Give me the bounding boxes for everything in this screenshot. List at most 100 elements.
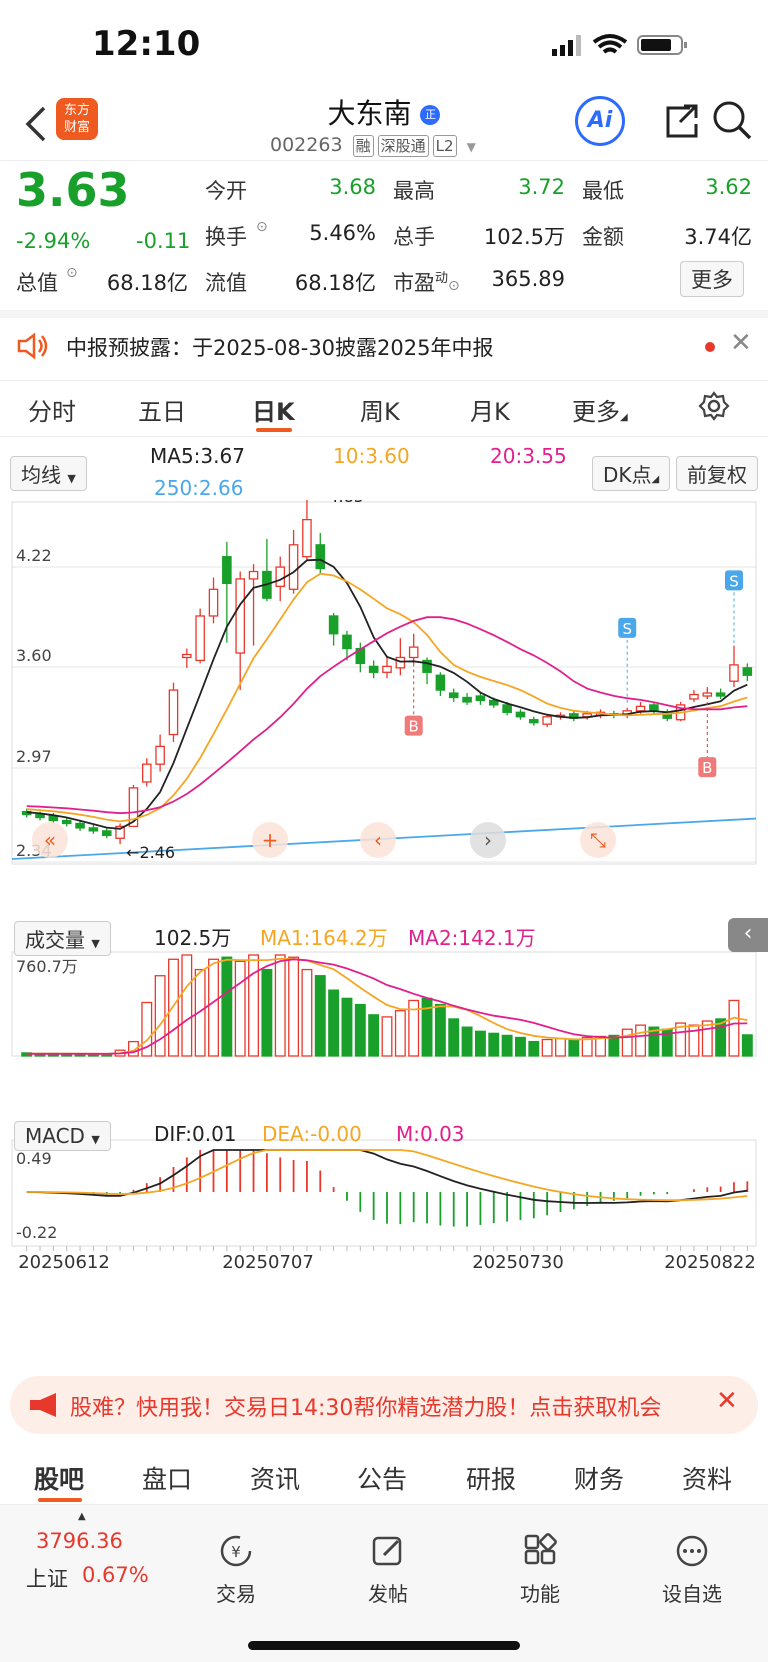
macd-tick-label: 0.49: [16, 1149, 52, 1168]
buy-signal-badge-label: B: [409, 718, 419, 736]
date-tick-label: 20250707: [222, 1252, 314, 1273]
volume-select[interactable]: 成交量 ▼: [14, 921, 111, 956]
promo-banner[interactable]: 股难？快用我！交易日14:30帮你精选潜力股！点击获取机会 ✕: [10, 1376, 758, 1434]
candle-body: [529, 719, 539, 724]
volume-bar: [328, 989, 340, 1057]
ma10-line: [26, 572, 748, 823]
date-tick-label: 20250730: [472, 1252, 564, 1273]
add-watchlist-button[interactable]: 设自选: [642, 1533, 742, 1607]
date-tick-label: 20250612: [18, 1252, 110, 1273]
candle-body: [235, 578, 245, 654]
float-value-label: 流值: [205, 271, 247, 295]
close-icon[interactable]: ✕: [730, 328, 752, 358]
info-tabs: 股吧 盘口 资讯 公告 研报 财务 资料: [0, 1446, 768, 1505]
pe-label: 市盈动⊙: [393, 271, 460, 295]
tab-orderbook[interactable]: 盘口: [142, 1460, 192, 1496]
candle-body: [195, 615, 205, 662]
stock-subtitle: 002263 融深股通 L2 ▼: [270, 134, 476, 157]
price-tick-label: 3.60: [16, 646, 52, 665]
chevron-down-icon[interactable]: ▼: [467, 140, 476, 154]
candle-body: [248, 570, 259, 580]
candle-body: [715, 692, 726, 697]
tab-daily-k[interactable]: 日K: [252, 392, 295, 427]
volume-bar: [621, 1028, 633, 1057]
stock-title: 大东南 正: [0, 92, 768, 132]
grid-icon: [524, 1533, 557, 1565]
tab-weekly-k[interactable]: 周K: [360, 392, 400, 427]
tab-intraday[interactable]: 分时: [28, 392, 76, 427]
info-icon[interactable]: ⊙: [66, 265, 78, 281]
kline-chart[interactable]: 4.854.223.602.972.34←4.85←2.46SSBB«+‹›⤡7…: [0, 500, 768, 1340]
index-change: 0.67%: [82, 1563, 149, 1587]
trade-icon: ¥: [220, 1535, 252, 1567]
status-time: 12:10: [92, 24, 201, 64]
tab-research[interactable]: 研报: [466, 1460, 516, 1496]
volume-bar: [541, 1038, 553, 1057]
candle-body: [222, 556, 232, 585]
vol-ma1: MA1:164.2万: [260, 926, 388, 950]
more-button[interactable]: 更多: [680, 261, 744, 297]
tab-forum[interactable]: 股吧: [34, 1460, 84, 1496]
candle-body: [729, 664, 739, 682]
ma250-value: 250:2.66: [154, 476, 244, 500]
volume-bar: [501, 1034, 513, 1057]
volume-bar: [448, 1018, 460, 1057]
status-bar: 12:10: [0, 0, 768, 90]
next-icon: ›: [484, 828, 492, 852]
zoom-in-icon: +: [262, 828, 279, 852]
index-value[interactable]: 3796.36: [36, 1529, 123, 1553]
adjust-button[interactable]: 前复权: [676, 456, 758, 491]
candle-body: [515, 711, 526, 718]
tab-news[interactable]: 资讯: [250, 1460, 300, 1496]
tab-announcements[interactable]: 公告: [357, 1460, 407, 1496]
tab-more[interactable]: 更多◢: [572, 392, 628, 427]
volume-bar: [248, 954, 259, 1057]
ma10-value: 10:3.60: [333, 444, 410, 468]
notice-bar[interactable]: 中报预披露：于2025-08-30披露2025年中报 ✕: [0, 310, 768, 381]
price-tick-label: 4.22: [16, 546, 52, 565]
volume-bar: [568, 1038, 580, 1057]
low-value: 3.62: [705, 175, 752, 199]
change-amount: -0.11: [136, 229, 191, 253]
pe-value: 365.89: [491, 267, 565, 291]
macd-select[interactable]: MACD ▼: [14, 1121, 111, 1151]
candle-body: [742, 667, 753, 676]
low-label: 最低: [582, 179, 624, 203]
tag-margin: 融: [352, 135, 374, 157]
volume-bar: [741, 1034, 753, 1057]
post-button[interactable]: 发帖: [338, 1533, 438, 1607]
volume-label: 总手: [393, 225, 435, 249]
trade-button[interactable]: ¥ 交易: [186, 1533, 286, 1607]
stock-code: 002263: [270, 134, 343, 156]
candle-body: [649, 704, 659, 712]
unread-dot: [705, 342, 715, 352]
total-value-label: 总值: [16, 271, 58, 295]
ma-select[interactable]: 均线 ▼: [10, 456, 87, 491]
volume-bar: [701, 1020, 713, 1057]
tab-profile[interactable]: 资料: [682, 1460, 732, 1496]
dk-point-button[interactable]: DK点◢: [592, 456, 671, 491]
float-value: 68.18亿: [294, 271, 376, 295]
tab-five-day[interactable]: 五日: [138, 392, 186, 427]
volume-bar: [301, 968, 313, 1057]
settings-gear-icon[interactable]: [698, 390, 730, 422]
tab-finance[interactable]: 财务: [574, 1460, 624, 1496]
macd-tick-label: -0.22: [16, 1223, 57, 1242]
total-value: 68.18亿: [106, 271, 188, 295]
volume-bar: [221, 956, 233, 1057]
last-price: 3.63: [16, 163, 130, 217]
collapse-panel-icon[interactable]: ‹: [728, 918, 768, 952]
prev-icon: ‹: [374, 828, 382, 852]
macd-panel-frame: [11, 1139, 757, 1247]
info-icon[interactable]: ⊙: [256, 219, 268, 235]
candle-body: [168, 689, 179, 736]
volume-tick-label: 760.7万: [16, 957, 78, 976]
macd-dif: DIF:0.01: [154, 1122, 237, 1146]
high-value: 3.72: [518, 175, 565, 199]
functions-button[interactable]: 功能: [490, 1533, 590, 1607]
close-icon[interactable]: ✕: [716, 1386, 738, 1416]
candle-body: [75, 822, 85, 829]
tab-monthly-k[interactable]: 月K: [470, 392, 510, 427]
candle-body: [35, 813, 45, 819]
megaphone-icon: [30, 1393, 56, 1417]
